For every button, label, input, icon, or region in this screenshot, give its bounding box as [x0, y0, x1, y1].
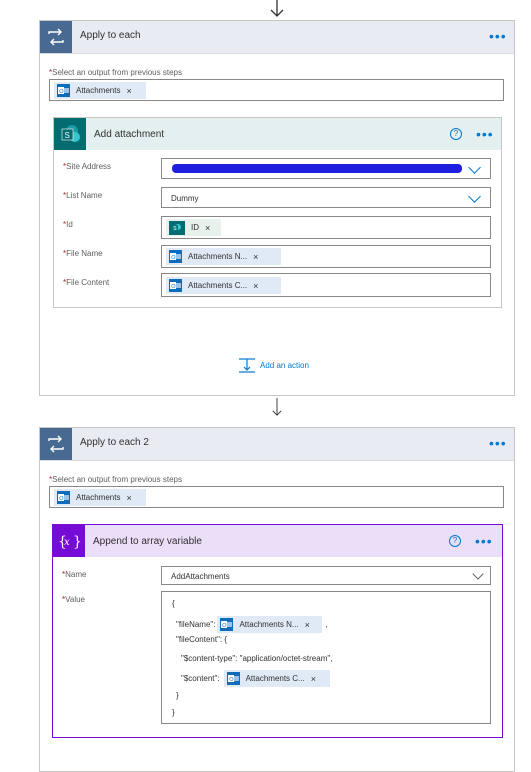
outlook-icon: O — [220, 618, 234, 631]
add-action-label: Add an action — [260, 360, 309, 370]
variable-icon: {x} — [53, 525, 85, 557]
remove-token-icon[interactable]: × — [305, 620, 310, 630]
token-label: Attachments N... — [239, 620, 299, 629]
name-value: AddAttachments — [171, 572, 230, 581]
append-to-array-header[interactable]: {x} Append to array variable ? ••• — [53, 525, 502, 557]
list-name-dropdown[interactable]: Dummy — [161, 187, 491, 208]
svg-text:O: O — [171, 255, 176, 261]
json-brace: } — [176, 691, 179, 700]
json-comma: , — [325, 620, 328, 629]
apply-to-each-2-card: Apply to each 2 ••• *Select an output fr… — [39, 427, 515, 772]
file-content-token[interactable]: O Attachments C... × — [223, 670, 330, 687]
redacted-site-address — [172, 164, 462, 173]
svg-text:O: O — [223, 623, 228, 629]
file-content-label: *File Content — [63, 278, 110, 287]
svg-text:S: S — [65, 131, 70, 140]
loop-icon — [40, 428, 72, 460]
loop-title: Apply to each — [80, 30, 141, 41]
apply-to-each-2-header[interactable]: Apply to each 2 ••• — [40, 428, 514, 461]
loop-icon — [40, 21, 72, 53]
add-attachment-card: S Add attachment ? ••• *Site Address *Li… — [53, 117, 502, 308]
svg-text:O: O — [229, 677, 234, 683]
outlook-icon: O — [169, 250, 182, 263]
add-action-button[interactable]: Add an action — [238, 356, 309, 374]
json-key: "fileName": — [176, 620, 216, 629]
file-content-input[interactable]: O Attachments C... × — [161, 273, 491, 297]
token-label: Attachments N... — [188, 252, 248, 261]
outlook-icon: O — [57, 84, 70, 97]
apply-to-each-header[interactable]: Apply to each ••• — [40, 21, 514, 54]
down-arrow-icon — [270, 0, 284, 17]
svg-text:O: O — [171, 284, 176, 290]
json-content-type: "$content-type": "application/octet-stre… — [181, 654, 333, 663]
down-arrow-icon — [272, 398, 282, 416]
outlook-icon: O — [57, 491, 70, 504]
svg-text:O: O — [59, 496, 64, 502]
name-dropdown[interactable]: AddAttachments — [161, 566, 491, 585]
apply-to-each-card: Apply to each ••• *Select an output from… — [39, 20, 515, 396]
action-title: Add attachment — [94, 129, 165, 140]
chevron-down-icon[interactable] — [468, 190, 481, 203]
json-brace: } — [172, 708, 175, 717]
select-output-input[interactable]: O Attachments × — [49, 79, 504, 101]
token-label: Attachments C... — [245, 674, 305, 683]
value-editor[interactable]: { "fileName": O Attachments N... × , "fi… — [161, 591, 491, 724]
remove-token-icon[interactable]: × — [126, 86, 131, 96]
json-key: "$content": — [181, 674, 220, 683]
json-line-filename: "fileName": O Attachments N... × , — [176, 616, 328, 633]
outlook-icon: O — [169, 279, 182, 292]
select-output-label: *Select an output from previous steps — [49, 68, 182, 77]
more-icon[interactable]: ••• — [475, 534, 493, 548]
svg-text:O: O — [59, 89, 64, 95]
attachments-token[interactable]: O Attachments × — [54, 82, 146, 99]
help-icon[interactable]: ? — [450, 128, 462, 140]
id-label: *Id — [63, 220, 73, 229]
file-name-input[interactable]: O Attachments N... × — [161, 245, 491, 268]
append-to-array-card: {x} Append to array variable ? ••• *Name… — [52, 524, 503, 738]
token-label: Attachments C... — [188, 281, 248, 290]
id-input[interactable]: S ID × — [161, 216, 491, 239]
add-attachment-header[interactable]: S Add attachment ? ••• — [54, 118, 501, 150]
token-label: ID — [191, 223, 199, 232]
more-icon[interactable]: ••• — [476, 127, 494, 141]
remove-token-icon[interactable]: × — [253, 252, 258, 262]
list-name-value: Dummy — [171, 194, 199, 203]
json-line-content: "$content": O Attachments C... × — [181, 670, 330, 687]
chevron-down-icon[interactable] — [468, 161, 481, 174]
remove-token-icon[interactable]: × — [311, 674, 316, 684]
add-action-icon — [239, 358, 255, 373]
action-title: Append to array variable — [93, 536, 202, 547]
file-name-token[interactable]: O Attachments N... × — [217, 616, 323, 633]
loop-title: Apply to each 2 — [80, 437, 149, 448]
outlook-icon: O — [226, 672, 240, 685]
file-name-label: *File Name — [63, 249, 103, 258]
select-output-label: *Select an output from previous steps — [49, 475, 182, 484]
sharepoint-icon: S — [54, 118, 86, 150]
name-label: *Name — [62, 570, 87, 579]
file-content-token[interactable]: O Attachments C... × — [166, 277, 281, 294]
id-token[interactable]: S ID × — [166, 219, 221, 236]
attachments-token[interactable]: O Attachments × — [54, 489, 146, 506]
value-label: *Value — [62, 595, 85, 604]
site-address-dropdown[interactable] — [161, 158, 491, 179]
remove-token-icon[interactable]: × — [205, 223, 210, 233]
sharepoint-icon: S — [169, 220, 185, 235]
site-address-label: *Site Address — [63, 162, 112, 171]
remove-token-icon[interactable]: × — [253, 281, 258, 291]
help-icon[interactable]: ? — [449, 535, 461, 547]
remove-token-icon[interactable]: × — [126, 493, 131, 503]
svg-text:x: x — [64, 537, 70, 548]
json-filecontent-key: "fileContent": { — [176, 635, 228, 644]
more-icon[interactable]: ••• — [489, 436, 507, 450]
token-label: Attachments — [76, 493, 121, 502]
more-icon[interactable]: ••• — [489, 29, 507, 43]
select-output-input[interactable]: O Attachments × — [49, 486, 504, 508]
json-brace: { — [172, 599, 175, 608]
chevron-down-icon[interactable] — [472, 568, 484, 580]
list-name-label: *List Name — [63, 191, 103, 200]
svg-text:}: } — [73, 534, 82, 550]
file-name-token[interactable]: O Attachments N... × — [166, 248, 281, 265]
token-label: Attachments — [76, 86, 121, 95]
